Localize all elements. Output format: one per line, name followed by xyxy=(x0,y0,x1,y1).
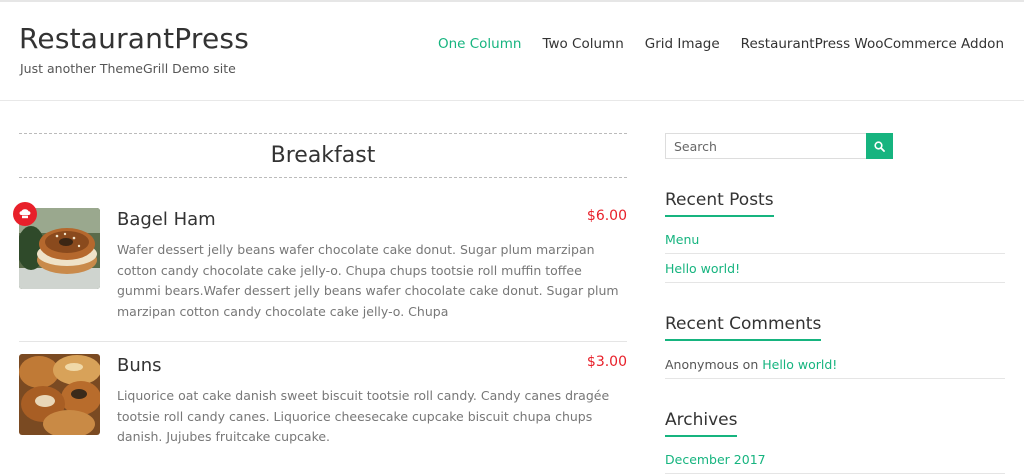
category-heading: Breakfast xyxy=(19,133,627,178)
recent-post-link[interactable]: Hello world! xyxy=(665,261,740,276)
menu-item: Bagel Ham $6.00 Wafer dessert jelly bean… xyxy=(13,202,627,342)
archives-title: Archives xyxy=(665,410,738,437)
recent-comments-widget: Recent Comments Anonymous on Hello world… xyxy=(665,314,1005,379)
site-title[interactable]: RestaurantPress xyxy=(19,22,249,55)
list-item: December 2017 xyxy=(665,445,1005,474)
comment-post-link[interactable]: Hello world! xyxy=(762,357,837,372)
nav-item-grid-image[interactable]: Grid Image xyxy=(645,36,720,52)
comment-author: Anonymous xyxy=(665,356,739,372)
recent-posts-title: Recent Posts xyxy=(665,190,774,217)
menu-item-price: $6.00 xyxy=(586,208,627,224)
main-content: Breakfast Bagel Ham $6.00 Wafer dessert … xyxy=(13,133,627,444)
sidebar: Recent Posts Menu Hello world! Recent Co… xyxy=(665,133,1005,474)
site-header: RestaurantPress Just another ThemeGrill … xyxy=(0,2,1024,101)
list-item: Hello world! xyxy=(665,254,1005,283)
search-button[interactable] xyxy=(866,133,893,159)
menu-item-title[interactable]: Bagel Ham xyxy=(117,209,216,230)
nav-item-two-column[interactable]: Two Column xyxy=(542,36,623,52)
chef-hat-icon xyxy=(13,202,37,226)
search-input[interactable] xyxy=(665,133,866,159)
list-item: Menu xyxy=(665,225,1005,254)
menu-item-price: $3.00 xyxy=(586,354,627,370)
list-item: Anonymous on Hello world! xyxy=(665,350,1005,379)
site-description: Just another ThemeGrill Demo site xyxy=(20,61,236,76)
archives-list: December 2017 xyxy=(665,445,1005,474)
recent-posts-widget: Recent Posts Menu Hello world! xyxy=(665,190,1005,283)
menu-item-description: Wafer dessert jelly beans wafer chocolat… xyxy=(117,242,619,319)
comment-connector: on xyxy=(738,356,763,372)
recent-posts-list: Menu Hello world! xyxy=(665,225,1005,283)
menu-item-description: Liquorice oat cake danish sweet biscuit … xyxy=(117,388,610,444)
search-icon xyxy=(874,137,885,156)
archives-widget: Archives December 2017 xyxy=(665,410,1005,474)
menu-item-title[interactable]: Buns xyxy=(117,355,162,376)
recent-comments-list: Anonymous on Hello world! xyxy=(665,350,1005,379)
search-form xyxy=(665,133,893,159)
buns-image[interactable] xyxy=(19,354,100,435)
archive-link[interactable]: December 2017 xyxy=(665,452,766,467)
recent-comments-title: Recent Comments xyxy=(665,314,822,341)
nav-item-woocommerce-addon[interactable]: RestaurantPress WooCommerce Addon xyxy=(741,36,1004,52)
primary-nav: One Column Two Column Grid Image Restaur… xyxy=(438,36,1004,52)
recent-post-link[interactable]: Menu xyxy=(665,232,699,247)
nav-item-one-column[interactable]: One Column xyxy=(438,36,521,52)
